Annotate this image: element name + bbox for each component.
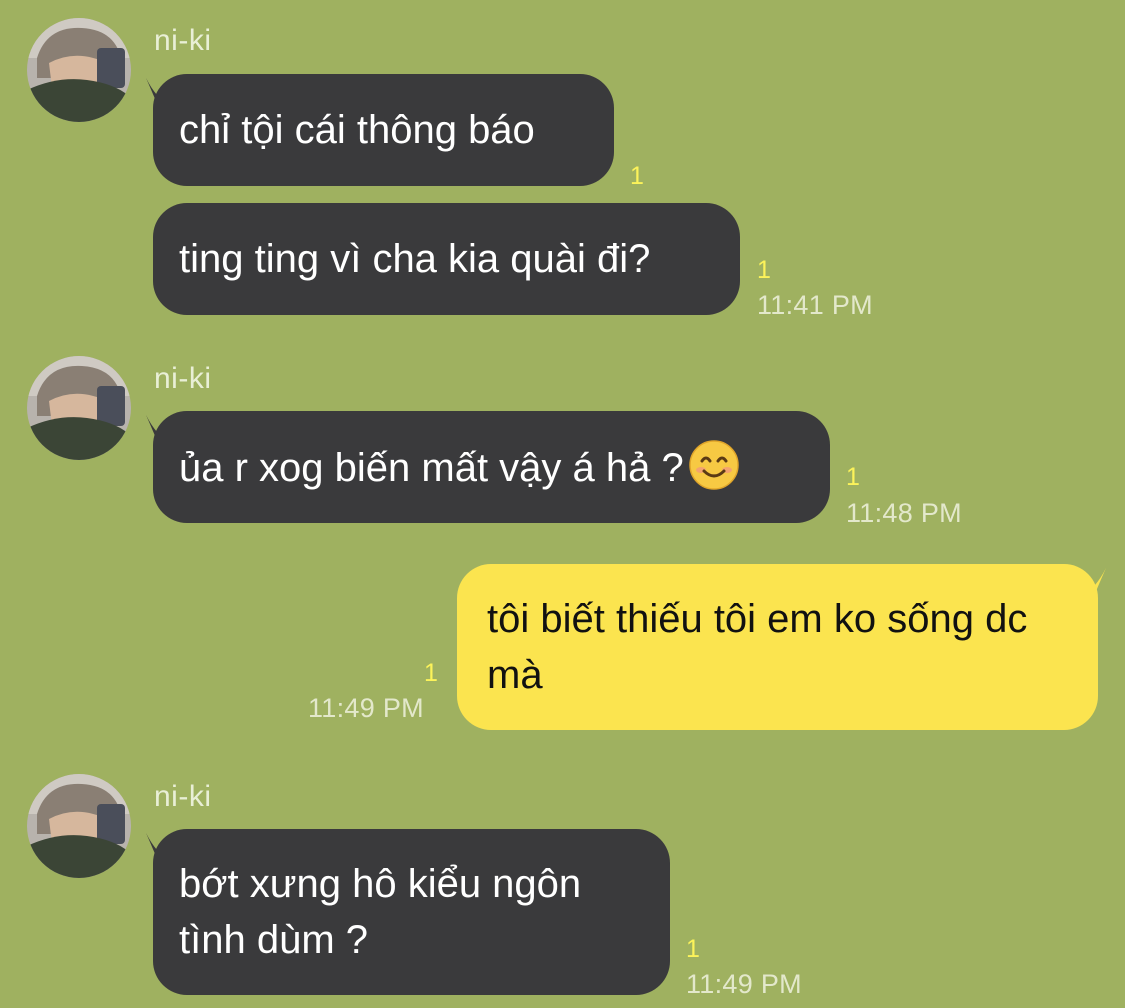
smiling-face-icon <box>689 439 739 490</box>
sender-name: ni-ki <box>154 362 212 395</box>
timestamp: 11:49 PM <box>686 969 802 999</box>
unread-count: 1 <box>846 463 860 491</box>
unread-count: 1 <box>757 256 771 284</box>
avatar[interactable] <box>27 774 131 878</box>
message-bubble[interactable]: bớt xưng hô kiểu ngôn tình dùm ? <box>153 829 670 995</box>
unread-count: 1 <box>424 659 438 687</box>
sender-name: ni-ki <box>154 780 212 813</box>
message-text: tôi biết thiếu tôi em ko sống dc mà <box>487 597 1028 697</box>
avatar[interactable] <box>27 18 131 122</box>
message-bubble[interactable]: tôi biết thiếu tôi em ko sống dc mà <box>457 564 1098 730</box>
timestamp: 11:41 PM <box>757 290 873 320</box>
message-bubble[interactable]: ủa r xog biến mất vậy á hả ? <box>153 411 830 523</box>
avatar[interactable] <box>27 356 131 460</box>
timestamp: 11:48 PM <box>846 498 962 528</box>
message-bubble[interactable]: ting ting vì cha kia quài đi? <box>153 203 740 315</box>
timestamp: 11:49 PM <box>308 693 424 723</box>
message-line: ủa r xog biến mất vậy á hả ? <box>179 439 804 496</box>
bubble-tail <box>1082 568 1106 606</box>
message-bubble[interactable]: chỉ tội cái thông báo <box>153 74 614 186</box>
message-text: bớt xưng hô kiểu ngôn tình dùm ? <box>179 862 582 962</box>
unread-count: 1 <box>686 935 700 963</box>
unread-count: 1 <box>630 162 644 190</box>
message-text: chỉ tội cái thông báo <box>179 108 535 152</box>
message-text: ủa r xog biến mất vậy á hả ? <box>179 445 684 490</box>
sender-name: ni-ki <box>154 24 212 57</box>
message-text: ting ting vì cha kia quài đi? <box>179 237 651 281</box>
